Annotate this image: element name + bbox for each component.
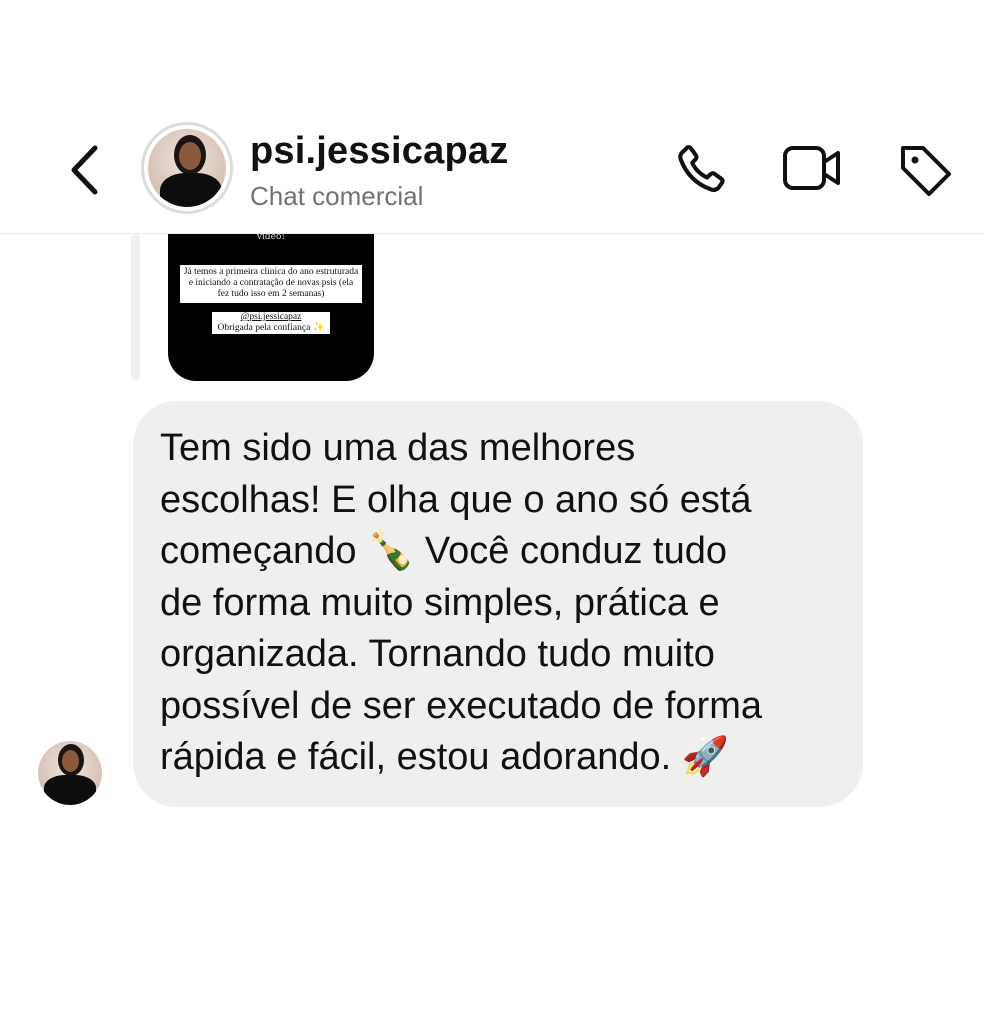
chat-type-label: Chat comercial bbox=[250, 181, 424, 211]
message-line: escolhas! E olha que o ano só está bbox=[160, 478, 752, 521]
phone-icon bbox=[678, 145, 725, 192]
message-line: começando 🍾 Você conduz tudo bbox=[160, 530, 728, 572]
profile-avatar[interactable] bbox=[141, 122, 233, 214]
chat-header: psi.jessicapaz Chat comercial bbox=[0, 0, 984, 234]
tag-button[interactable] bbox=[895, 140, 955, 205]
story-handle: @psi.jessicapaz bbox=[240, 312, 302, 322]
video-call-button[interactable] bbox=[781, 142, 843, 199]
story-thanks-box: @psi.jessicapaz Obrigada pela confiança … bbox=[212, 312, 330, 334]
call-button[interactable] bbox=[671, 141, 729, 204]
chat-username[interactable]: psi.jessicapaz bbox=[250, 130, 508, 173]
video-camera-icon bbox=[783, 146, 840, 190]
message-line: Tem sido uma das melhores bbox=[160, 427, 636, 469]
tag-icon bbox=[901, 146, 951, 196]
message-line: rápida e fácil, estou adorando. 🚀 bbox=[160, 736, 730, 778]
reply-thread-line bbox=[131, 234, 140, 380]
back-button[interactable] bbox=[62, 140, 112, 200]
story-top-text: vídeo! bbox=[256, 234, 286, 242]
profile-photo bbox=[148, 129, 226, 207]
message-line: organizada. Tornando tudo muito bbox=[160, 633, 715, 675]
back-icon bbox=[71, 145, 98, 195]
story-thanks-text: Obrigada pela confiança ✨ bbox=[217, 323, 325, 333]
message-line: possível de ser executado de forma bbox=[160, 684, 763, 727]
message-line: de forma muito simples, prática e bbox=[160, 581, 720, 624]
sender-avatar[interactable] bbox=[38, 741, 102, 805]
story-caption-box: Já temos a primeira clínica do ano estru… bbox=[180, 265, 362, 303]
message-text: Tem sido uma das melhores escolhas! E ol… bbox=[160, 423, 850, 784]
sender-photo bbox=[38, 741, 102, 805]
shared-story-preview[interactable]: vídeo! Já temos a primeira clínica do an… bbox=[168, 234, 374, 381]
